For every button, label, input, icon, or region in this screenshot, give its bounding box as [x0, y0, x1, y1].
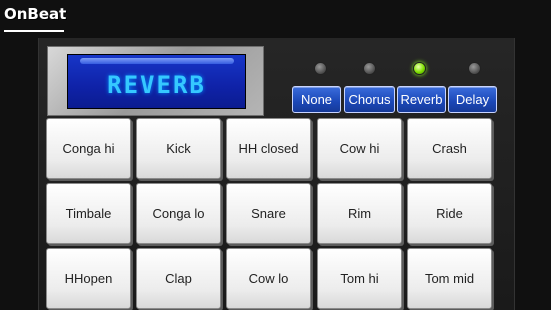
pad-cow-hi[interactable]: Cow hi: [317, 118, 402, 179]
pad-kick[interactable]: Kick: [136, 118, 221, 179]
pad-conga-lo[interactable]: Conga lo: [136, 183, 221, 244]
pad-conga-hi[interactable]: Conga hi: [46, 118, 131, 179]
led-none: [314, 62, 327, 75]
pad-ride[interactable]: Ride: [407, 183, 492, 244]
pad-timbale[interactable]: Timbale: [46, 183, 131, 244]
pad-cow-lo[interactable]: Cow lo: [226, 248, 311, 309]
pad-snare[interactable]: Snare: [226, 183, 311, 244]
pad-hh-open[interactable]: HHopen: [46, 248, 131, 309]
fx-button-none[interactable]: None: [292, 86, 341, 113]
led-chorus: [363, 62, 376, 75]
led-delay: [468, 62, 481, 75]
lcd-effect-text: REVERB: [107, 70, 206, 99]
lcd-glare: [80, 58, 234, 64]
fx-button-delay[interactable]: Delay: [448, 86, 497, 113]
fx-button-reverb[interactable]: Reverb: [397, 86, 446, 113]
led-reverb: [413, 62, 426, 75]
pad-tom-mid[interactable]: Tom mid: [407, 248, 492, 309]
pad-rim[interactable]: Rim: [317, 183, 402, 244]
pad-crash[interactable]: Crash: [407, 118, 492, 179]
pad-hh-closed[interactable]: HH closed: [226, 118, 311, 179]
fx-button-chorus[interactable]: Chorus: [344, 86, 395, 113]
app-title-underline: [4, 30, 64, 32]
pad-tom-hi[interactable]: Tom hi: [317, 248, 402, 309]
pad-clap[interactable]: Clap: [136, 248, 221, 309]
app-title: OnBeat: [4, 5, 67, 23]
